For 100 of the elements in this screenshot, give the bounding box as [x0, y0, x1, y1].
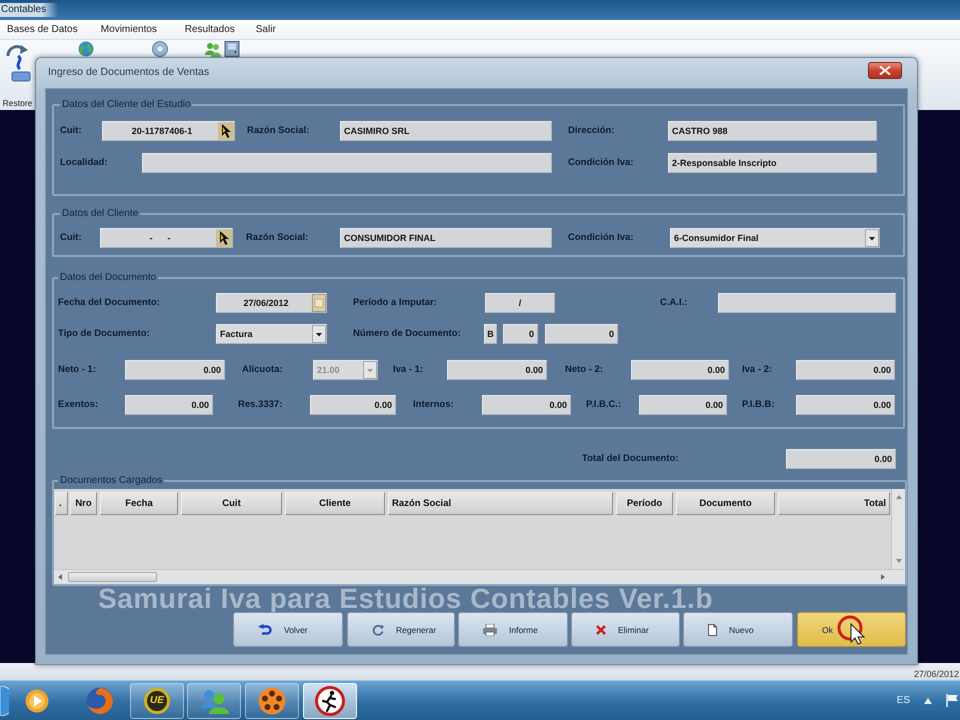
field-label: Localidad: [60, 157, 109, 168]
pointer-icon[interactable] [216, 228, 232, 246]
field-label: P.I.B.C.: [586, 399, 622, 410]
lookup-field[interactable]: 20-11787406-1 [102, 120, 235, 140]
field-label: Cuit: [60, 125, 83, 136]
field-label: Neto - 1: [58, 364, 97, 375]
input-field[interactable]: 2-Responsable Inscripto [668, 152, 877, 172]
people-icon [199, 688, 229, 714]
menu-item[interactable]: Resultados [184, 24, 235, 35]
globe-icon[interactable] [78, 41, 94, 57]
input-field[interactable]: / [485, 292, 555, 312]
menu-item[interactable]: Movimientos [100, 24, 157, 35]
delete-icon [596, 624, 606, 634]
start-orb-icon[interactable] [0, 686, 9, 716]
column-header[interactable]: Fecha [100, 492, 178, 515]
scroll-down-icon[interactable] [896, 559, 902, 563]
calendar-icon[interactable] [312, 294, 326, 312]
group-legend: Datos del Cliente del Estudio [60, 99, 192, 111]
menu-item[interactable]: Salir [256, 24, 276, 35]
column-header[interactable]: Razón Social [388, 492, 613, 515]
door-icon[interactable] [224, 41, 240, 57]
taskbar-button[interactable]: UE [130, 682, 184, 718]
field-label: Alícuota: [242, 364, 284, 375]
field-label: Razón Social: [247, 125, 310, 136]
close-button[interactable] [868, 62, 902, 79]
column-header[interactable]: Total [778, 492, 890, 515]
column-header[interactable]: . [55, 492, 68, 515]
column-header[interactable]: Cliente [285, 492, 385, 515]
input-field[interactable] [718, 292, 896, 312]
column-header[interactable]: Cuit [181, 492, 282, 515]
window-title: Contables [0, 3, 58, 17]
field-label: Total del Documento: [582, 453, 680, 464]
field-label: Condición Iva: [568, 157, 634, 168]
input-field[interactable]: CASTRO 988 [668, 120, 877, 140]
scroll-up-icon[interactable] [896, 495, 902, 499]
input-field[interactable] [142, 152, 552, 172]
field-label: Tipo de Documento: [58, 328, 151, 339]
input-field[interactable]: 0.00 [786, 448, 896, 468]
dialog-title: Ingreso de Documentos de Ventas [48, 66, 210, 78]
pointer-icon[interactable] [218, 122, 234, 140]
disc-icon[interactable] [152, 41, 168, 57]
input-field[interactable]: 0.00 [125, 360, 225, 380]
column-header[interactable]: Período [616, 492, 673, 515]
action-button[interactable]: Nuevo [683, 612, 793, 647]
document-icon [708, 624, 717, 636]
status-date: 27/06/2012 [914, 669, 960, 680]
input-field[interactable]: B [484, 324, 497, 344]
input-field[interactable]: CASIMIRO SRL [340, 120, 552, 140]
column-header[interactable]: Documento [676, 492, 775, 515]
taskbar-button[interactable] [303, 682, 357, 718]
date-field[interactable]: 27/06/2012 [216, 292, 327, 312]
input-field[interactable]: CONSUMIDOR FINAL [340, 228, 552, 248]
lookup-field[interactable]: - - [100, 228, 233, 248]
column-header[interactable]: Nro [70, 492, 97, 515]
toolbar-button[interactable]: Restore [0, 42, 35, 108]
field-label: Internos: [413, 399, 455, 410]
field-label: Período a Imputar: [353, 297, 438, 308]
field-label: Iva - 1: [393, 364, 424, 375]
input-field[interactable]: 0.00 [796, 394, 895, 414]
action-button[interactable]: Informe [458, 612, 568, 647]
field-label: Iva - 2: [742, 364, 774, 375]
scroll-left-icon[interactable] [58, 574, 62, 580]
group-legend: Datos del Cliente [60, 208, 140, 220]
app-banner-text: Samurai Iva para Estudios Contables Ver.1.b [98, 586, 714, 612]
field-label: Exentos: [58, 399, 100, 410]
input-field[interactable]: 0.00 [631, 360, 729, 380]
menu-item[interactable]: Bases de Datos [7, 24, 78, 35]
field-label: Cuit: [60, 232, 83, 243]
input-field[interactable]: 0 [545, 324, 618, 344]
action-button[interactable]: Ok [797, 612, 906, 647]
flag-icon[interactable] [946, 694, 958, 707]
return-arrow-icon [258, 624, 272, 636]
action-button[interactable]: Volver [233, 612, 343, 647]
close-icon [879, 66, 891, 75]
input-field[interactable]: 0 [503, 324, 538, 344]
input-field[interactable]: 0.00 [482, 394, 571, 414]
scrollbar-thumb[interactable] [68, 572, 157, 582]
refresh-icon [372, 624, 384, 636]
input-field[interactable]: 0.00 [639, 394, 727, 414]
input-field[interactable]: 0.00 [310, 394, 396, 414]
horizontal-scrollbar[interactable] [54, 569, 905, 584]
restore-icon [4, 42, 32, 82]
film-reel-icon [258, 686, 286, 714]
tray-chevron-icon[interactable] [924, 698, 932, 704]
language-indicator[interactable]: ES [896, 695, 910, 706]
input-field[interactable]: 0.00 [447, 360, 547, 380]
action-button[interactable]: Regenerar [347, 612, 455, 647]
taskbar-button[interactable] [245, 682, 299, 718]
input-field[interactable]: 0.00 [125, 394, 213, 414]
dropdown[interactable]: Factura [216, 324, 327, 344]
field-label: C.A.I.: [660, 297, 688, 308]
printer-icon [483, 624, 497, 636]
play-icon [25, 688, 49, 712]
dropdown[interactable]: 6-Consumidor Final [670, 228, 880, 248]
vertical-scrollbar[interactable] [891, 489, 905, 569]
field-label: Res.3337: [238, 399, 284, 410]
group-legend: Datos del Documento [58, 272, 158, 284]
scroll-right-icon[interactable] [881, 574, 885, 580]
action-button[interactable]: Eliminar [571, 612, 680, 647]
input-field[interactable]: 0.00 [796, 360, 895, 380]
